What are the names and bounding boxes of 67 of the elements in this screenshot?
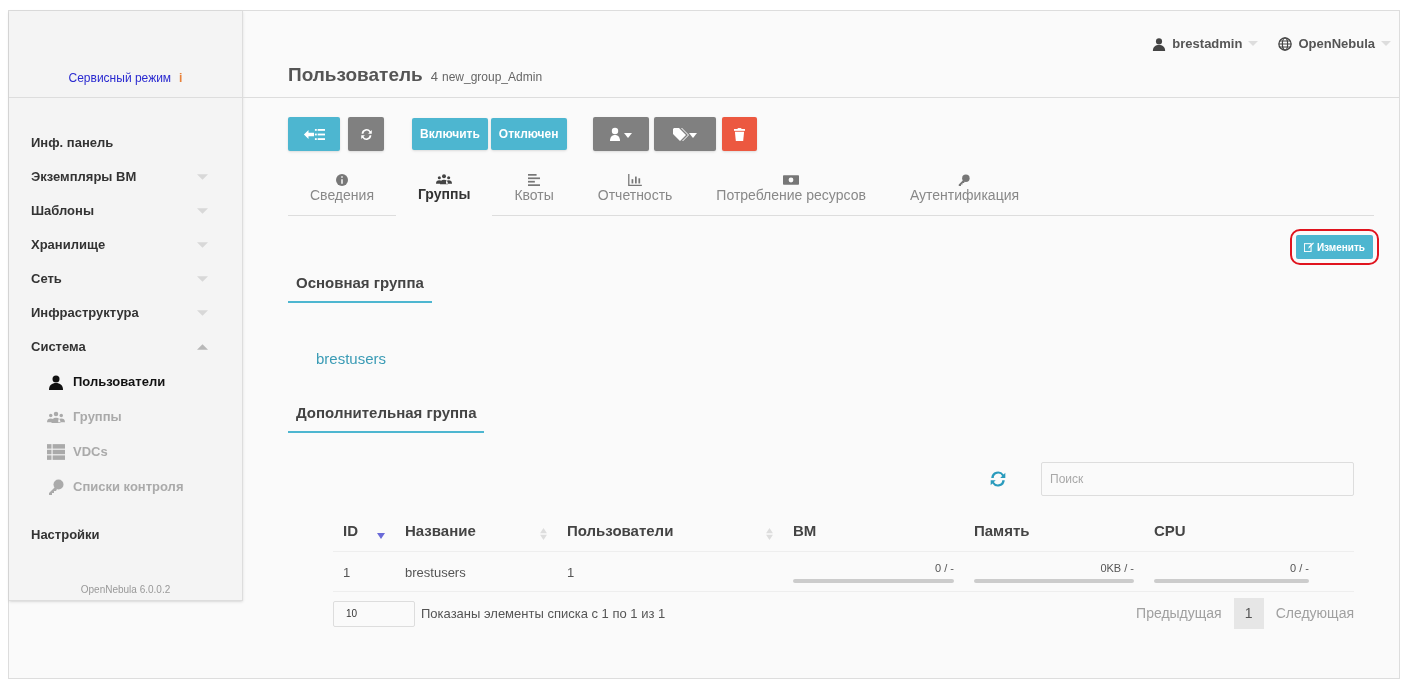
banknote-icon bbox=[783, 174, 800, 186]
refresh-icon bbox=[989, 470, 1007, 488]
version-label: OpenNebula 6.0.0.2 bbox=[80, 583, 171, 597]
nav-item[interactable]: Инф. панель bbox=[31, 133, 114, 153]
arrow-list-icon bbox=[303, 127, 325, 141]
globe-icon bbox=[1278, 36, 1293, 51]
table-cell: brestusers bbox=[405, 564, 466, 580]
people-icon bbox=[436, 173, 453, 185]
column-header[interactable]: Пользователи bbox=[567, 520, 674, 543]
user-name: new_group_Admin bbox=[442, 69, 543, 86]
lines-icon bbox=[526, 174, 543, 186]
nav-item[interactable]: Настройки bbox=[31, 525, 100, 545]
bar-chart-icon bbox=[627, 174, 644, 186]
nav-item[interactable]: Сеть bbox=[31, 269, 62, 289]
key-icon bbox=[956, 174, 973, 186]
user-icon bbox=[47, 373, 65, 390]
menu-link[interactable]: brestadmin bbox=[1172, 34, 1243, 54]
tab[interactable]: Аутентификация bbox=[887, 171, 1042, 216]
column-header[interactable]: ID bbox=[343, 520, 358, 543]
list-icon bbox=[47, 443, 65, 460]
chevron-icon bbox=[1381, 41, 1391, 47]
info-mark: i bbox=[179, 70, 183, 87]
table-cell: 1 bbox=[567, 564, 575, 580]
sort-icon bbox=[540, 527, 547, 540]
trash-icon bbox=[733, 127, 745, 141]
page-title: Пользователь bbox=[288, 63, 423, 87]
quota-reading: 0 / - bbox=[935, 560, 954, 575]
submenu-item[interactable]: Пользователи bbox=[73, 371, 166, 392]
back-list-button[interactable] bbox=[288, 117, 340, 151]
column-header[interactable]: Название bbox=[405, 520, 476, 543]
user-id: 4 bbox=[430, 68, 438, 86]
column-header[interactable]: ВМ bbox=[793, 520, 817, 543]
search-field[interactable]: Поиск bbox=[1041, 462, 1354, 496]
tags-caret-icon bbox=[671, 127, 698, 141]
nav-item[interactable]: Инфраструктура bbox=[31, 303, 139, 323]
refresh-icon bbox=[359, 127, 373, 141]
nav-item[interactable]: Хранилище bbox=[31, 235, 106, 255]
refresh-button[interactable] bbox=[348, 117, 384, 151]
user-icon bbox=[1152, 36, 1167, 51]
column-header[interactable]: CPU bbox=[1154, 520, 1186, 543]
nav-item[interactable]: Шаблоны bbox=[31, 201, 94, 221]
table-cell: 1 bbox=[343, 564, 351, 580]
tab[interactable]: Группы bbox=[395, 171, 493, 216]
quota-reading: 0 / - bbox=[1290, 560, 1309, 575]
nav-item[interactable]: Система bbox=[31, 337, 86, 357]
edit-icon bbox=[1303, 242, 1314, 252]
section-heading: Дополнительная группа bbox=[288, 401, 485, 433]
user-menu-button[interactable] bbox=[592, 117, 649, 151]
quota-reading: 0KB / - bbox=[1100, 560, 1134, 575]
page-button[interactable]: 1 bbox=[1233, 598, 1264, 629]
service-mode-link[interactable]: Сервисный режим bbox=[68, 69, 172, 87]
section-heading: Основная группа bbox=[288, 271, 432, 303]
column-header[interactable]: Память bbox=[974, 520, 1030, 543]
table-info: Показаны элементы списка с 1 по 1 из 1 bbox=[421, 604, 666, 623]
page-size-select[interactable]: 10 bbox=[333, 600, 415, 627]
sort-descending-icon bbox=[377, 532, 385, 539]
delete-button[interactable] bbox=[721, 117, 757, 151]
key-icon bbox=[47, 478, 65, 495]
chevron-icon bbox=[1248, 41, 1259, 47]
sort-icon bbox=[766, 527, 773, 540]
nav-item[interactable]: Экземпляры ВМ bbox=[31, 167, 137, 187]
tab[interactable]: Квоты bbox=[492, 171, 576, 216]
tab[interactable]: Потребление ресурсов bbox=[694, 171, 888, 216]
tags-menu-button[interactable] bbox=[653, 117, 716, 151]
info-icon bbox=[334, 174, 350, 186]
menu-link[interactable]: OpenNebula bbox=[1298, 34, 1375, 54]
user-caret-icon bbox=[608, 127, 633, 141]
